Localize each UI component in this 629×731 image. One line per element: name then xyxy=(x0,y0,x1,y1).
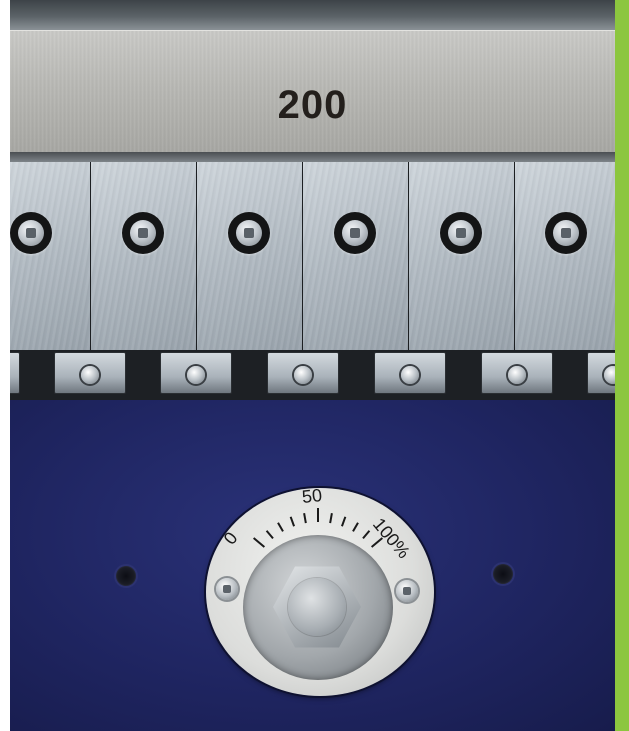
dial-tick xyxy=(277,522,284,532)
dial-knob-cap[interactable] xyxy=(288,578,346,636)
dial-tick xyxy=(329,513,333,524)
dial-tick xyxy=(352,522,359,532)
dial-tick xyxy=(362,530,371,540)
dial-tick xyxy=(265,530,274,540)
dial-tick xyxy=(289,516,295,527)
dial-screw-left xyxy=(216,578,238,600)
scale-label-mid: 50 xyxy=(300,485,323,507)
photo-scene: 200 0 50 100% xyxy=(0,0,629,731)
dial-tick xyxy=(341,516,347,527)
green-accent-bar xyxy=(615,0,629,731)
dial-tick xyxy=(253,537,266,548)
dial-tick xyxy=(303,513,307,524)
dial-screw-right xyxy=(396,580,418,602)
